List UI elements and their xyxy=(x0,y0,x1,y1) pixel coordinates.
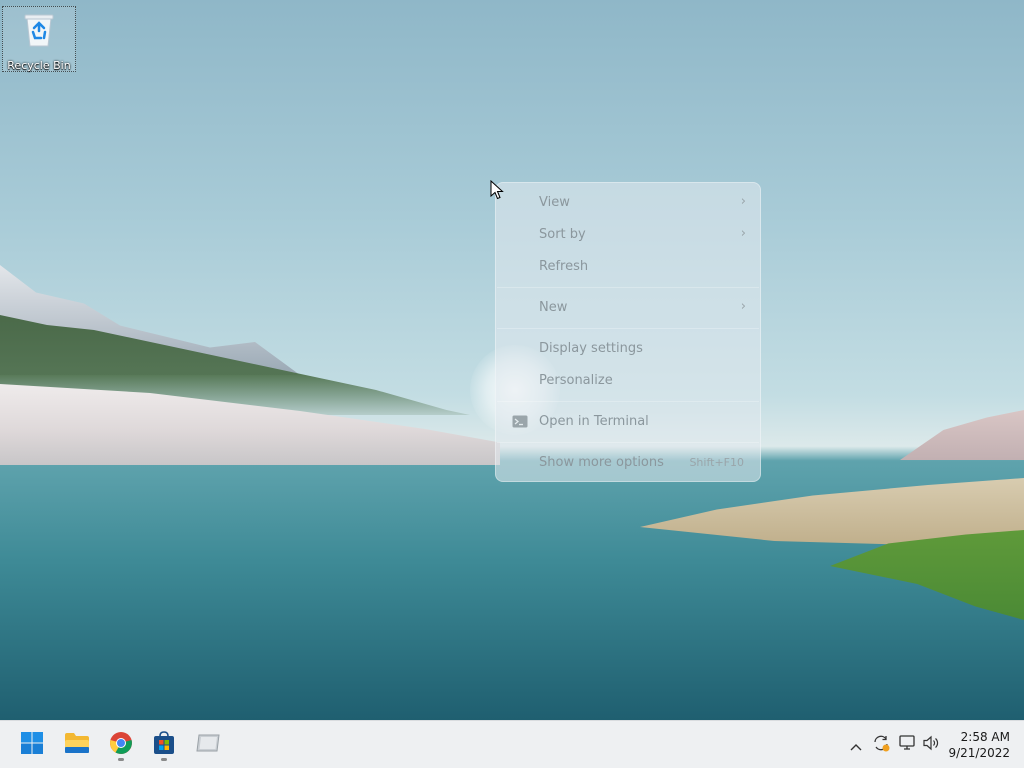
tray-volume-button[interactable] xyxy=(922,721,942,769)
show-hidden-icons-button[interactable] xyxy=(846,721,866,769)
menu-separator xyxy=(497,328,759,329)
wallpaper-green-shore xyxy=(830,530,1024,620)
wallpaper-mountain-right xyxy=(900,410,1024,460)
menu-separator xyxy=(497,442,759,443)
desktop-context-menu: View › Sort by › Refresh New › Display s… xyxy=(495,182,761,482)
taskbar-clock[interactable]: 2:58 AM 9/21/2022 xyxy=(948,729,1010,761)
chrome-icon xyxy=(109,731,133,759)
mouse-cursor-icon xyxy=(490,179,504,200)
microsoft-store-icon xyxy=(152,731,176,759)
menu-item-label: New xyxy=(539,300,568,315)
recycle-bin-icon xyxy=(22,12,56,47)
taskbar-microsoft-store[interactable] xyxy=(146,727,182,763)
menu-item-label: View xyxy=(539,195,570,210)
tray-update-button[interactable] xyxy=(870,721,892,769)
menu-item-label: Sort by xyxy=(539,227,586,242)
start-button[interactable] xyxy=(14,727,50,763)
menu-item-label: Personalize xyxy=(539,373,613,388)
taskbar-generic-app[interactable] xyxy=(190,727,226,763)
desktop[interactable]: Recycle Bin View › Sort by › Refresh New… xyxy=(0,0,1024,720)
running-indicator xyxy=(118,758,124,761)
menu-separator xyxy=(497,401,759,402)
menu-separator xyxy=(497,287,759,288)
menu-item-open-in-terminal[interactable]: Open in Terminal xyxy=(500,407,756,437)
menu-item-display-settings[interactable]: Display settings xyxy=(500,334,756,364)
volume-icon xyxy=(923,735,941,755)
menu-item-sort-by[interactable]: Sort by › xyxy=(500,220,756,250)
taskbar-chrome[interactable] xyxy=(103,727,139,763)
chevron-right-icon: › xyxy=(740,226,746,241)
terminal-icon xyxy=(512,415,528,428)
running-indicator xyxy=(161,758,167,761)
file-explorer-icon xyxy=(64,732,90,758)
menu-item-label: Show more options xyxy=(539,455,664,470)
clock-time: 2:58 AM xyxy=(960,730,1010,744)
menu-item-new[interactable]: New › xyxy=(500,293,756,323)
menu-item-view[interactable]: View › xyxy=(500,188,756,218)
menu-item-shortcut: Shift+F10 xyxy=(689,456,744,469)
desktop-icon-label: Recycle Bin xyxy=(7,59,71,72)
network-icon xyxy=(899,735,917,755)
tray-network-button[interactable] xyxy=(898,721,918,769)
menu-item-personalize[interactable]: Personalize xyxy=(500,366,756,396)
menu-item-label: Display settings xyxy=(539,341,643,356)
menu-item-show-more-options[interactable]: Show more options Shift+F10 xyxy=(500,448,756,478)
taskbar-file-explorer[interactable] xyxy=(59,727,95,763)
menu-item-label: Open in Terminal xyxy=(539,414,649,429)
windows-start-icon xyxy=(20,731,44,759)
clock-date: 9/21/2022 xyxy=(948,746,1010,760)
taskbar: 2:58 AM 9/21/2022 xyxy=(0,720,1024,768)
chevron-right-icon: › xyxy=(740,194,746,209)
menu-item-label: Refresh xyxy=(539,259,589,274)
chevron-up-icon xyxy=(850,736,862,755)
update-sync-icon xyxy=(872,734,890,756)
chevron-right-icon: › xyxy=(740,299,746,314)
generic-app-icon xyxy=(195,733,221,757)
desktop-icon-recycle-bin[interactable]: Recycle Bin xyxy=(2,6,76,72)
menu-item-refresh[interactable]: Refresh xyxy=(500,252,756,282)
